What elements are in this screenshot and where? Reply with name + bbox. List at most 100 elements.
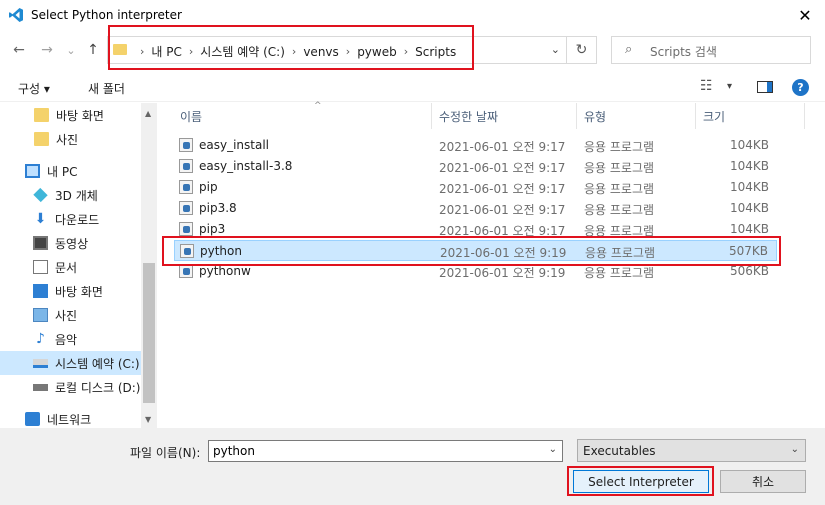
sidebar-item-label: 음악: [55, 332, 78, 347]
sidebar-item-pictures[interactable]: 사진: [0, 303, 141, 327]
recent-locations-icon[interactable]: ⌄: [62, 41, 80, 59]
chevron-down-icon[interactable]: ⌄: [549, 444, 557, 455]
python-file-icon: [179, 264, 193, 278]
sidebar-item-label: 로컬 디스크 (D:): [55, 380, 141, 395]
sidebar-item-desktop[interactable]: 바탕 화면: [0, 279, 141, 303]
drive-icon: [33, 383, 48, 391]
window-title: Select Python interpreter: [31, 8, 182, 22]
column-header-date[interactable]: 수정한 날짜: [433, 103, 577, 129]
file-size: 506KB: [729, 264, 769, 278]
file-size: 104KB: [729, 159, 769, 173]
sidebar-scrollbar[interactable]: ▲ ▼: [141, 103, 157, 428]
sidebar-item-desktop-quick[interactable]: 바탕 화면: [0, 103, 141, 127]
sidebar-item-label: 네트워크: [47, 412, 92, 427]
file-name: easy_install: [199, 138, 270, 152]
scroll-down-icon[interactable]: ▼: [145, 415, 151, 424]
executable-file-icon: [179, 138, 193, 152]
file-date: 2021-06-01 오전 9:17: [439, 161, 566, 175]
command-toolbar: 구성 ▾ 새 폴더 ☷ ▾ ?: [0, 72, 825, 102]
network-icon: [25, 412, 40, 426]
sidebar-item-videos[interactable]: 동영상: [0, 231, 141, 255]
file-name: pip3: [199, 222, 226, 236]
file-type: 응용 프로그램: [584, 266, 655, 280]
file-name: pythonw: [199, 264, 251, 278]
vscode-icon: [9, 8, 23, 22]
document-icon: [33, 260, 48, 274]
close-button[interactable]: ✕: [785, 0, 825, 30]
column-header-size[interactable]: 크기: [697, 103, 805, 129]
file-date: 2021-06-01 오전 9:17: [439, 203, 566, 217]
select-button-highlight-box: [567, 466, 714, 496]
filename-input[interactable]: [209, 441, 539, 461]
3d-objects-icon: [33, 187, 48, 203]
up-arrow-icon[interactable]: ↑: [84, 41, 102, 59]
preview-pane-icon[interactable]: [757, 81, 773, 93]
pictures-icon: [33, 308, 48, 322]
help-icon[interactable]: ?: [792, 79, 809, 96]
sidebar-item-label: 동영상: [55, 236, 89, 251]
column-label: 유형: [584, 109, 607, 124]
search-icon: ⌕: [625, 42, 633, 57]
download-icon: ⬇: [34, 211, 47, 227]
sidebar-item-3d-objects[interactable]: 3D 개체: [0, 183, 141, 207]
sidebar-item-label: 사진: [56, 132, 79, 147]
file-date: 2021-06-01 오전 9:17: [439, 140, 566, 154]
desktop-icon: [33, 284, 48, 298]
view-dropdown-icon[interactable]: ▾: [727, 81, 732, 92]
filetype-select[interactable]: Executables ⌄: [577, 439, 806, 462]
sort-ascending-icon: ^: [314, 101, 322, 111]
folder-icon: [34, 132, 49, 146]
folder-icon: [34, 108, 49, 122]
sidebar-item-label: 내 PC: [47, 164, 78, 179]
file-type: 응용 프로그램: [584, 140, 655, 154]
sidebar-item-label: 바탕 화면: [55, 284, 103, 299]
file-size: 104KB: [729, 138, 769, 152]
filename-field[interactable]: ⌄: [208, 440, 563, 462]
sidebar-item-this-pc[interactable]: 내 PC: [0, 159, 141, 183]
video-icon: [33, 236, 48, 250]
music-icon: ♪: [36, 331, 45, 347]
refresh-button[interactable]: ↻: [567, 36, 597, 64]
file-type: 응용 프로그램: [584, 203, 655, 217]
file-type: 응용 프로그램: [584, 161, 655, 175]
filetype-value: Executables: [583, 444, 656, 458]
forward-arrow-icon[interactable]: →: [38, 41, 56, 59]
navigation-pane: 바탕 화면 사진 내 PC 3D 개체 ⬇ 다운로드 동영상 문서 바탕 화면 …: [0, 103, 157, 428]
executable-file-icon: [179, 159, 193, 173]
column-header-name[interactable]: 이름 ^: [174, 101, 432, 129]
back-arrow-icon[interactable]: ←: [10, 41, 28, 59]
selected-file-highlight-box: [162, 236, 781, 266]
sidebar-item-drive-c[interactable]: 시스템 예약 (C:): [0, 351, 141, 375]
organize-menu[interactable]: 구성 ▾: [18, 80, 50, 97]
scroll-up-icon[interactable]: ▲: [145, 109, 151, 118]
scrollbar-thumb[interactable]: [143, 263, 155, 403]
file-size: 104KB: [729, 222, 769, 236]
pc-icon: [25, 164, 40, 178]
sidebar-item-drive-d[interactable]: 로컬 디스크 (D:): [0, 375, 141, 399]
sidebar-item-label: 문서: [55, 260, 78, 275]
file-row[interactable]: pip 2021-06-01 오전 9:17 응용 프로그램 104KB: [174, 177, 777, 198]
column-label: 이름: [180, 109, 203, 124]
column-header-type[interactable]: 유형: [578, 103, 696, 129]
sidebar-item-music[interactable]: ♪ 음악: [0, 327, 141, 351]
drive-icon: [33, 358, 48, 368]
cancel-button[interactable]: 취소: [720, 470, 806, 493]
search-placeholder: Scripts 검색: [650, 45, 717, 59]
address-highlight-box: [108, 25, 474, 70]
executable-file-icon: [179, 222, 193, 236]
column-label: 수정한 날짜: [439, 109, 499, 124]
sidebar-item-label: 사진: [55, 308, 78, 323]
address-dropdown-icon[interactable]: ⌄: [551, 43, 560, 56]
sidebar-item-documents[interactable]: 문서: [0, 255, 141, 279]
sidebar-item-pictures-quick[interactable]: 사진: [0, 127, 141, 151]
file-row[interactable]: easy_install-3.8 2021-06-01 오전 9:17 응용 프…: [174, 156, 777, 177]
chevron-down-icon: ⌄: [790, 444, 799, 455]
executable-file-icon: [179, 201, 193, 215]
file-row[interactable]: pip3.8 2021-06-01 오전 9:17 응용 프로그램 104KB: [174, 198, 777, 219]
view-options-icon[interactable]: ☷: [700, 78, 713, 94]
sidebar-item-label: 바탕 화면: [56, 108, 104, 123]
file-row[interactable]: easy_install 2021-06-01 오전 9:17 응용 프로그램 …: [174, 135, 777, 156]
search-input[interactable]: ⌕ Scripts 검색: [611, 36, 811, 64]
sidebar-item-downloads[interactable]: ⬇ 다운로드: [0, 207, 141, 231]
new-folder-button[interactable]: 새 폴더: [88, 80, 125, 97]
